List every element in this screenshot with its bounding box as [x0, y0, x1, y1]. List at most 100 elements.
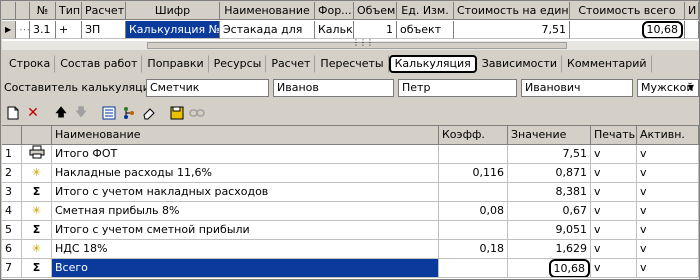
- row-print[interactable]: v: [591, 259, 637, 278]
- row-num[interactable]: 3.1: [30, 21, 56, 39]
- row-print[interactable]: v: [591, 202, 637, 221]
- header-value[interactable]: Значение: [508, 126, 591, 145]
- col-header-form[interactable]: Фор...: [315, 2, 354, 20]
- row-name[interactable]: Эстакада для: [220, 21, 315, 39]
- table-row[interactable]: 1 Итого ФОТ 7,51 v v: [2, 145, 699, 164]
- row-value[interactable]: 0,67: [508, 202, 591, 221]
- tab-corrections[interactable]: Поправки: [142, 55, 209, 73]
- col-header-code[interactable]: Шифр: [126, 2, 220, 20]
- row-active[interactable]: v: [637, 221, 699, 240]
- last-name-field[interactable]: Иванов: [273, 79, 394, 97]
- chevron-down-icon[interactable]: ▼: [685, 81, 697, 95]
- row-unit[interactable]: объект: [397, 21, 454, 39]
- save-icon[interactable]: [167, 104, 187, 122]
- row-value-cell[interactable]: 10,68: [508, 259, 591, 278]
- estimate-row[interactable]: ▶ ⋯ 3.1 + ЗП Калькуляция №1 Эстакада для…: [2, 21, 699, 39]
- row-value[interactable]: 7,51: [508, 145, 591, 164]
- row-coef[interactable]: 0,116: [439, 164, 508, 183]
- col-header-calc[interactable]: Расчет: [82, 2, 126, 20]
- tab-calculation[interactable]: Расчет: [266, 55, 316, 73]
- col-header-name[interactable]: Наименование: [220, 2, 315, 20]
- row-coef[interactable]: [439, 145, 508, 164]
- row-active[interactable]: v: [637, 145, 699, 164]
- table-row[interactable]: 7 Σ Всего 10,68 v v: [2, 259, 699, 278]
- delete-icon[interactable]: ✕: [23, 104, 43, 122]
- table-row[interactable]: 2 ✳ Накладные расходы 11,6% 0,116 0,871 …: [2, 164, 699, 183]
- sparkle-icon: ✳: [22, 202, 52, 221]
- row-name[interactable]: НДС 18%: [52, 240, 439, 259]
- col-header-unit-cost[interactable]: Стоимость на един...: [454, 2, 570, 20]
- header-name[interactable]: Наименование: [52, 126, 439, 145]
- row-coef[interactable]: [439, 221, 508, 240]
- row-form[interactable]: Кальк: [315, 21, 354, 39]
- col-header-extra[interactable]: И: [685, 2, 699, 20]
- horizontal-scrollbar[interactable]: ⋮⋮⋮: [2, 38, 699, 50]
- col-header-total-cost[interactable]: Стоимость всего: [570, 2, 685, 20]
- link-icon[interactable]: [187, 104, 207, 122]
- tab-kalkulyatsiya[interactable]: Калькуляция: [388, 55, 477, 73]
- position-field[interactable]: Сметчик: [146, 79, 269, 97]
- row-print[interactable]: v: [591, 164, 637, 183]
- row-print[interactable]: v: [591, 145, 637, 164]
- move-down-icon[interactable]: 🡇: [71, 104, 91, 122]
- row-value[interactable]: 0,871: [508, 164, 591, 183]
- patronymic-field[interactable]: Иванович: [521, 79, 633, 97]
- col-header-unit[interactable]: Ед. Изм.: [397, 2, 454, 20]
- tab-stroka[interactable]: Строка: [4, 55, 56, 73]
- table-row[interactable]: 6 ✳ НДС 18% 0,18 1,629 v v: [2, 240, 699, 259]
- tab-dependencies[interactable]: Зависимости: [477, 55, 563, 73]
- row-pointer-icon: ▶: [2, 21, 16, 39]
- header-coef[interactable]: Коэфф.: [439, 126, 508, 145]
- first-name-field[interactable]: Петр: [398, 79, 517, 97]
- col-header-volume[interactable]: Объем: [354, 2, 397, 20]
- row-value[interactable]: 9,051: [508, 221, 591, 240]
- row-name[interactable]: Сметная прибыль 8%: [52, 202, 439, 221]
- row-print[interactable]: v: [591, 240, 637, 259]
- row-volume[interactable]: 1: [354, 21, 397, 39]
- new-doc-icon[interactable]: [3, 104, 23, 122]
- printer-icon: [22, 145, 52, 164]
- row-calc[interactable]: ЗП: [82, 21, 126, 39]
- table-row[interactable]: 3 Σ Итого с учетом накладных расходов 8,…: [2, 183, 699, 202]
- row-coef[interactable]: [439, 259, 508, 278]
- row-name[interactable]: Накладные расходы 11,6%: [52, 164, 439, 183]
- col-header-num[interactable]: №: [30, 2, 56, 20]
- row-total-cost-cell[interactable]: 10,68: [570, 21, 685, 39]
- move-up-icon[interactable]: 🡅: [51, 104, 71, 122]
- tab-work-composition[interactable]: Состав работ: [55, 55, 143, 73]
- tab-recalculations[interactable]: Пересчеты: [315, 55, 389, 73]
- table-row[interactable]: 4 ✳ Сметная прибыль 8% 0,08 0,67 v v: [2, 202, 699, 221]
- row-print[interactable]: v: [591, 183, 637, 202]
- tab-resources[interactable]: Ресурсы: [209, 55, 267, 73]
- header-active[interactable]: Активн.: [637, 126, 699, 145]
- row-active[interactable]: v: [637, 240, 699, 259]
- row-extra[interactable]: [685, 21, 699, 39]
- row-type[interactable]: +: [56, 21, 82, 39]
- row-name[interactable]: Итого ФОТ: [52, 145, 439, 164]
- row-code[interactable]: Калькуляция №1: [126, 21, 220, 39]
- row-value[interactable]: 8,381: [508, 183, 591, 202]
- calculator-icon[interactable]: [99, 104, 119, 122]
- tab-comment[interactable]: Комментарий: [562, 55, 652, 73]
- row-unit-cost[interactable]: 7,51: [454, 21, 570, 39]
- sigma-icon: Σ: [22, 183, 52, 202]
- col-header-type[interactable]: Тип: [56, 2, 82, 20]
- table-row[interactable]: 5 Σ Итого с учетом сметной прибыли 9,051…: [2, 221, 699, 240]
- gender-select[interactable]: Мужской ▼: [637, 79, 699, 97]
- row-active[interactable]: v: [637, 259, 699, 278]
- row-name[interactable]: Итого с учетом сметной прибыли: [52, 221, 439, 240]
- toolbar-separator: [91, 104, 99, 122]
- row-coef[interactable]: 0,08: [439, 202, 508, 221]
- row-coef[interactable]: [439, 183, 508, 202]
- header-print[interactable]: Печать: [591, 126, 637, 145]
- row-active[interactable]: v: [637, 164, 699, 183]
- row-active[interactable]: v: [637, 202, 699, 221]
- eraser-icon[interactable]: [139, 104, 159, 122]
- row-active[interactable]: v: [637, 183, 699, 202]
- tree-icon[interactable]: [119, 104, 139, 122]
- row-name[interactable]: Итого с учетом накладных расходов: [52, 183, 439, 202]
- row-value[interactable]: 1,629: [508, 240, 591, 259]
- row-coef[interactable]: 0,18: [439, 240, 508, 259]
- row-name[interactable]: Всего: [52, 259, 439, 278]
- row-print[interactable]: v: [591, 221, 637, 240]
